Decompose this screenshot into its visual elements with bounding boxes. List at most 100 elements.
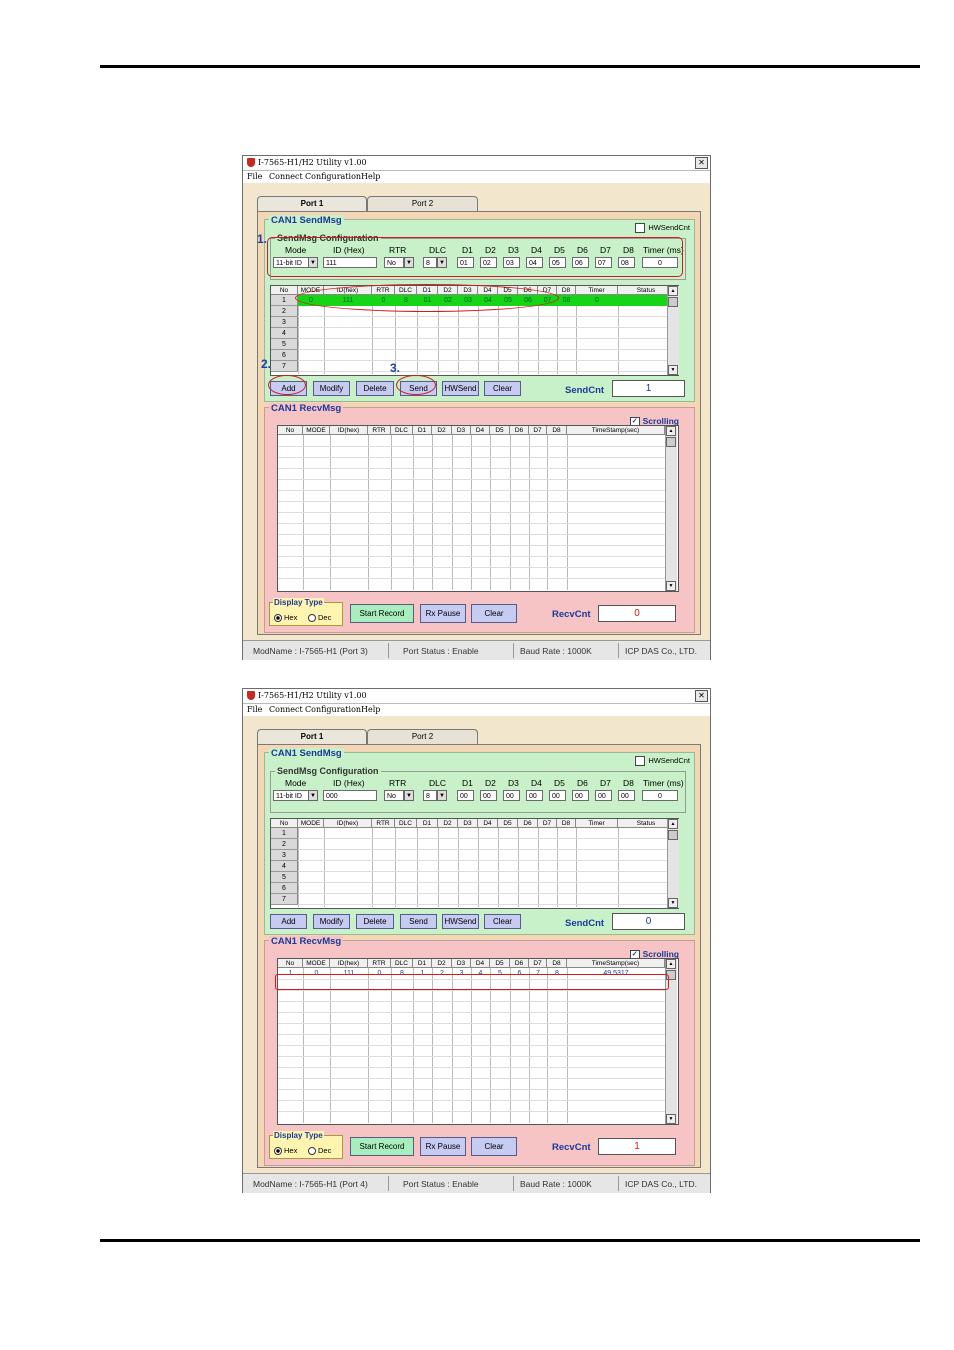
chevron-down-icon[interactable]: ▼ — [437, 790, 447, 801]
send-table-scrollbar[interactable]: ▲ ▼ — [667, 819, 679, 908]
sendmsg-configuration: SendMsg Configuration Mode ID (Hex) RTR DLC D… — [270, 766, 686, 813]
d7-input[interactable]: 00 — [595, 790, 612, 801]
send-message-panel: CAN1 SendMsg HWSendCnt SendMsg Configurati… — [264, 748, 695, 935]
menu-configuration[interactable]: Configuration — [305, 172, 361, 181]
send-button[interactable]: Send — [400, 914, 437, 929]
scroll-up-arrow[interactable]: ▲ — [668, 819, 678, 829]
scroll-up-arrow[interactable]: ▲ — [668, 286, 678, 296]
menu-file[interactable]: File — [247, 705, 262, 714]
recv-header-timestampsec: TimeStamp(sec) — [567, 426, 665, 435]
recv-header-timestampsec: TimeStamp(sec) — [567, 959, 665, 968]
step-2-marker: 2. — [261, 357, 272, 371]
hwsend-button[interactable]: HWSend — [442, 381, 479, 396]
grid-line — [298, 295, 299, 374]
start-record-button[interactable]: Start Record — [350, 1137, 414, 1156]
scroll-thumb[interactable] — [668, 297, 678, 307]
clear-button[interactable]: Clear — [484, 914, 521, 929]
modify-button[interactable]: Modify — [313, 914, 350, 929]
hwsendcnt-option[interactable]: HWSendCnt — [635, 756, 690, 767]
chevron-down-icon[interactable]: ▼ — [404, 790, 414, 801]
start-record-button[interactable]: Start Record — [350, 604, 414, 623]
menu-connect[interactable]: Connect — [269, 705, 303, 714]
grid-line — [618, 295, 619, 374]
dec-option[interactable]: Dec — [308, 613, 331, 623]
menu-file[interactable]: File — [247, 172, 262, 181]
hwsendcnt-checkbox[interactable] — [635, 756, 646, 767]
title-bar: I-7565-H1/H2 Utility v1.00 ✕ — [243, 689, 710, 704]
hex-option[interactable]: Hex — [274, 613, 297, 623]
dec-radio[interactable] — [308, 614, 316, 623]
recv-table-scrollbar[interactable]: ▲ ▼ — [665, 426, 677, 591]
label-mode: Mode — [285, 778, 307, 788]
send-header-no: No — [271, 286, 298, 295]
row-number: 1 — [271, 828, 298, 839]
tab-port-2[interactable]: Port 2 — [367, 729, 478, 744]
d2-input[interactable]: 00 — [480, 790, 497, 801]
scroll-down-arrow[interactable]: ▼ — [666, 581, 676, 591]
dec-radio[interactable] — [308, 1147, 316, 1156]
grid-line — [395, 828, 396, 907]
scroll-thumb[interactable] — [668, 830, 678, 840]
add-button[interactable]: Add — [270, 914, 307, 929]
mode-select[interactable]: 11-bit ID — [273, 790, 309, 801]
window-title: I-7565-H1/H2 Utility v1.00 — [258, 158, 367, 167]
close-button[interactable]: ✕ — [695, 690, 708, 702]
rx-pause-button[interactable]: Rx Pause — [420, 604, 466, 623]
chevron-down-icon[interactable]: ▼ — [308, 790, 318, 801]
rtr-select[interactable]: No — [384, 790, 404, 801]
d8-input[interactable]: 00 — [618, 790, 635, 801]
menu-configuration[interactable]: Configuration — [305, 705, 361, 714]
recv-header-dlc: DLC — [391, 959, 413, 968]
d5-input[interactable]: 00 — [549, 790, 566, 801]
hex-radio[interactable] — [274, 614, 282, 623]
send-header-d1: D1 — [417, 819, 438, 828]
menu-connect[interactable]: Connect — [269, 172, 303, 181]
scroll-up-arrow[interactable]: ▲ — [666, 426, 676, 436]
send-section-title: CAN1 SendMsg — [269, 215, 344, 226]
tab-port-1[interactable]: Port 1 — [257, 196, 367, 212]
dlc-select[interactable]: 8 — [423, 790, 437, 801]
tab-port-2[interactable]: Port 2 — [367, 196, 478, 211]
rx-pause-button[interactable]: Rx Pause — [420, 1137, 466, 1156]
send-header-timer: Timer — [576, 286, 618, 295]
add-highlight — [268, 375, 306, 395]
config-highlight — [267, 237, 683, 277]
recv-header-d3: D3 — [452, 959, 471, 968]
grid-line — [278, 556, 665, 557]
recv-clear-button[interactable]: Clear — [471, 604, 517, 623]
id-hex-input[interactable]: 000 — [323, 790, 377, 801]
modify-button[interactable]: Modify — [313, 381, 350, 396]
recv-header-d3: D3 — [452, 426, 471, 435]
row-number: 7 — [271, 361, 298, 372]
send-header-idhex: ID(hex) — [324, 819, 372, 828]
scroll-down-arrow[interactable]: ▼ — [666, 1114, 676, 1124]
tab-port-1[interactable]: Port 1 — [257, 729, 367, 745]
timer-input[interactable]: 0 — [642, 790, 678, 801]
grid-line — [278, 545, 665, 546]
d3-input[interactable]: 00 — [503, 790, 520, 801]
d1-input[interactable]: 00 — [457, 790, 474, 801]
grid-line — [538, 828, 539, 907]
scroll-down-arrow[interactable]: ▼ — [668, 365, 678, 375]
delete-button[interactable]: Delete — [356, 381, 394, 396]
dec-option[interactable]: Dec — [308, 1146, 331, 1156]
hwsendcnt-option[interactable]: HWSendCnt — [635, 223, 690, 234]
close-button[interactable]: ✕ — [695, 157, 708, 169]
d4-input[interactable]: 00 — [526, 790, 543, 801]
step-1-marker: 1. — [257, 232, 268, 246]
clear-button[interactable]: Clear — [484, 381, 521, 396]
hex-option[interactable]: Hex — [274, 1146, 297, 1156]
hex-radio[interactable] — [274, 1147, 282, 1156]
scroll-down-arrow[interactable]: ▼ — [668, 898, 678, 908]
menu-help[interactable]: Help — [361, 172, 380, 181]
hwsendcnt-checkbox[interactable] — [635, 223, 646, 234]
menu-help[interactable]: Help — [361, 705, 380, 714]
delete-button[interactable]: Delete — [356, 914, 394, 929]
scroll-thumb[interactable] — [666, 437, 676, 447]
recv-clear-button[interactable]: Clear — [471, 1137, 517, 1156]
status-field: ModName : I-7565-H1 (Port 3) — [253, 646, 368, 656]
send-table-scrollbar[interactable]: ▲ ▼ — [667, 286, 679, 375]
scroll-up-arrow[interactable]: ▲ — [666, 959, 676, 969]
hwsend-button[interactable]: HWSend — [442, 914, 479, 929]
d6-input[interactable]: 00 — [572, 790, 589, 801]
